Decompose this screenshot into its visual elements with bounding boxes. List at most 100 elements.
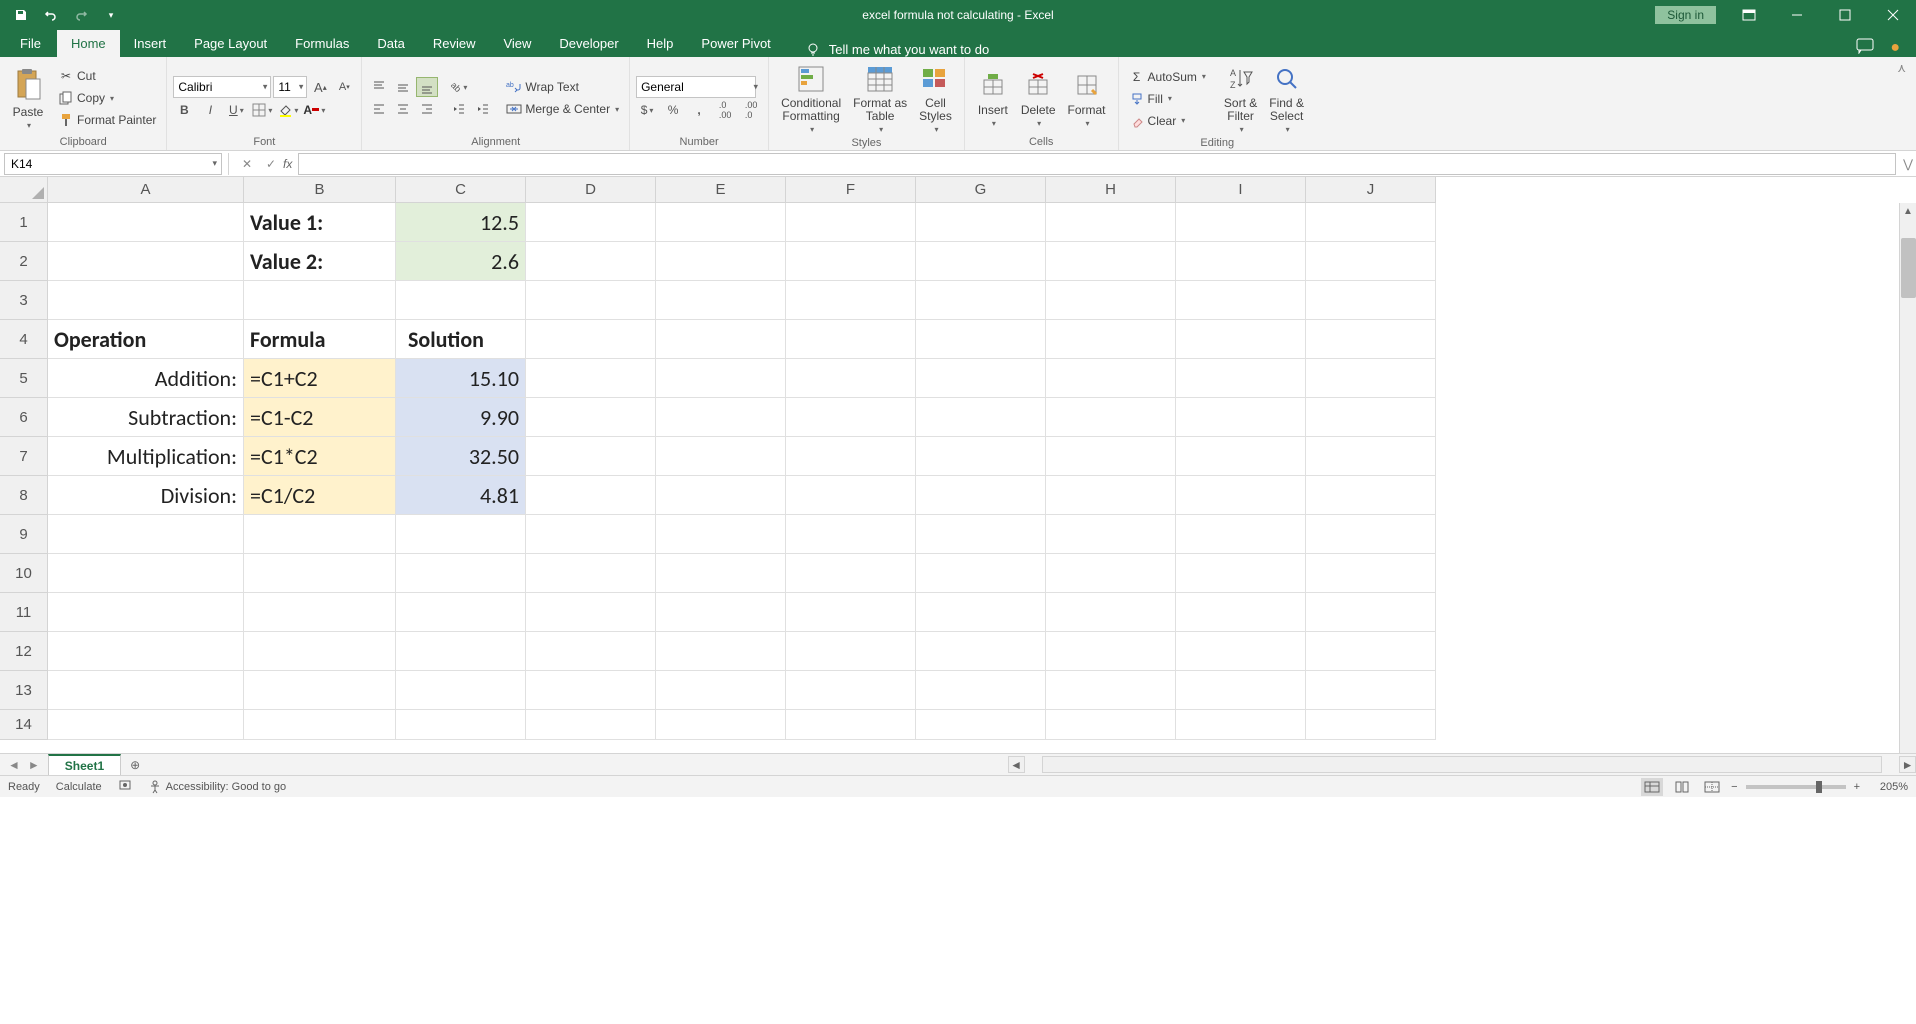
cell-E14[interactable] <box>656 710 786 740</box>
cell-J3[interactable] <box>1306 281 1436 320</box>
cell-G10[interactable] <box>916 554 1046 593</box>
cell-B6[interactable]: =C1-C2 <box>244 398 396 437</box>
row-head-3[interactable]: 3 <box>0 281 48 320</box>
cell-F8[interactable] <box>786 476 916 515</box>
col-head-J[interactable]: J <box>1306 177 1436 203</box>
cell-D6[interactable] <box>526 398 656 437</box>
cell-I9[interactable] <box>1176 515 1306 554</box>
cell-F3[interactable] <box>786 281 916 320</box>
cell-B12[interactable] <box>244 632 396 671</box>
col-head-G[interactable]: G <box>916 177 1046 203</box>
cell-F14[interactable] <box>786 710 916 740</box>
cell-H7[interactable] <box>1046 437 1176 476</box>
decrease-indent-icon[interactable] <box>448 99 470 119</box>
cell-I8[interactable] <box>1176 476 1306 515</box>
format-cells-button[interactable]: Format▾ <box>1062 61 1112 135</box>
cell-D10[interactable] <box>526 554 656 593</box>
clear-button[interactable]: Clear▾ <box>1125 111 1210 131</box>
tell-me-search[interactable]: Tell me what you want to do <box>805 41 989 57</box>
cell-H10[interactable] <box>1046 554 1176 593</box>
cell-D2[interactable] <box>526 242 656 281</box>
cell-E10[interactable] <box>656 554 786 593</box>
horizontal-scrollbar[interactable]: ◄ ► <box>169 754 1916 775</box>
comma-button[interactable]: , <box>688 100 710 120</box>
cell-D9[interactable] <box>526 515 656 554</box>
row-head-11[interactable]: 11 <box>0 593 48 632</box>
font-name-input[interactable] <box>173 76 271 98</box>
cell-J5[interactable] <box>1306 359 1436 398</box>
cell-F13[interactable] <box>786 671 916 710</box>
cell-A13[interactable] <box>48 671 244 710</box>
cell-F10[interactable] <box>786 554 916 593</box>
cell-B3[interactable] <box>244 281 396 320</box>
tab-insert[interactable]: Insert <box>120 30 181 57</box>
name-box[interactable] <box>5 157 221 171</box>
cell-B8[interactable]: =C1/C2 <box>244 476 396 515</box>
cell-G14[interactable] <box>916 710 1046 740</box>
macro-record-icon[interactable] <box>118 778 132 795</box>
cell-J2[interactable] <box>1306 242 1436 281</box>
cell-I14[interactable] <box>1176 710 1306 740</box>
cell-A2[interactable] <box>48 242 244 281</box>
borders-button[interactable]: ▾ <box>251 100 273 120</box>
cell-C13[interactable] <box>396 671 526 710</box>
tab-developer[interactable]: Developer <box>545 30 632 57</box>
sheet-tab-sheet1[interactable]: Sheet1 <box>48 754 121 775</box>
number-format-input[interactable] <box>636 76 756 98</box>
collapse-ribbon-icon[interactable]: ⋏ <box>1897 61 1906 75</box>
col-head-I[interactable]: I <box>1176 177 1306 203</box>
cell-styles-button[interactable]: CellStyles▾ <box>913 61 958 136</box>
cell-F11[interactable] <box>786 593 916 632</box>
cell-G6[interactable] <box>916 398 1046 437</box>
cell-G8[interactable] <box>916 476 1046 515</box>
cell-H3[interactable] <box>1046 281 1176 320</box>
cell-C7[interactable]: 32.50 <box>396 437 526 476</box>
merge-center-button[interactable]: Merge & Center▾ <box>502 99 623 119</box>
align-middle-icon[interactable] <box>392 77 414 97</box>
row-head-2[interactable]: 2 <box>0 242 48 281</box>
cell-I11[interactable] <box>1176 593 1306 632</box>
cell-G13[interactable] <box>916 671 1046 710</box>
cell-D7[interactable] <box>526 437 656 476</box>
cell-G5[interactable] <box>916 359 1046 398</box>
cell-C1[interactable]: 12.5 <box>396 203 526 242</box>
cell-B4[interactable]: Formula <box>244 320 396 359</box>
align-left-icon[interactable] <box>368 99 390 119</box>
fill-color-button[interactable]: ▾ <box>277 100 299 120</box>
row-head-4[interactable]: 4 <box>0 320 48 359</box>
accounting-format-button[interactable]: $▾ <box>636 100 658 120</box>
cell-E5[interactable] <box>656 359 786 398</box>
cell-A11[interactable] <box>48 593 244 632</box>
align-bottom-icon[interactable] <box>416 77 438 97</box>
delete-cells-button[interactable]: Delete▾ <box>1015 61 1062 135</box>
zoom-level[interactable]: 205% <box>1868 781 1908 793</box>
cell-A7[interactable]: Multiplication: <box>48 437 244 476</box>
cell-A8[interactable]: Division: <box>48 476 244 515</box>
cell-J6[interactable] <box>1306 398 1436 437</box>
row-head-14[interactable]: 14 <box>0 710 48 740</box>
decrease-font-icon[interactable]: A▾ <box>333 77 355 97</box>
row-head-9[interactable]: 9 <box>0 515 48 554</box>
cell-J12[interactable] <box>1306 632 1436 671</box>
cell-H6[interactable] <box>1046 398 1176 437</box>
zoom-in-button[interactable]: + <box>1854 781 1860 793</box>
cut-button[interactable]: ✂Cut <box>54 66 160 86</box>
cell-I5[interactable] <box>1176 359 1306 398</box>
wrap-text-button[interactable]: abWrap Text <box>502 77 623 97</box>
cell-J4[interactable] <box>1306 320 1436 359</box>
cell-A4[interactable]: Operation <box>48 320 244 359</box>
cell-G2[interactable] <box>916 242 1046 281</box>
col-head-A[interactable]: A <box>48 177 244 203</box>
bold-button[interactable]: B <box>173 100 195 120</box>
zoom-out-button[interactable]: − <box>1731 781 1737 793</box>
cell-A3[interactable] <box>48 281 244 320</box>
col-head-C[interactable]: C <box>396 177 526 203</box>
format-as-table-button[interactable]: Format asTable▾ <box>847 61 913 136</box>
cell-F7[interactable] <box>786 437 916 476</box>
cell-B13[interactable] <box>244 671 396 710</box>
comments-icon[interactable] <box>1856 38 1874 57</box>
cell-H14[interactable] <box>1046 710 1176 740</box>
cell-C4[interactable]: Solution <box>396 320 526 359</box>
cell-D14[interactable] <box>526 710 656 740</box>
cell-C9[interactable] <box>396 515 526 554</box>
